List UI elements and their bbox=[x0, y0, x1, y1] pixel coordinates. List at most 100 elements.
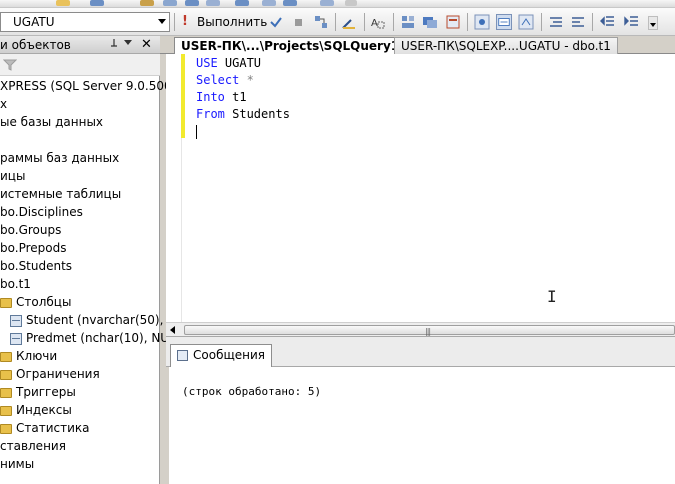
editor-margin bbox=[166, 54, 182, 322]
tree-item-label: bo.Students bbox=[0, 259, 73, 273]
tree-item[interactable]: Столбцы bbox=[0, 295, 71, 313]
uncomment-icon[interactable] bbox=[570, 14, 586, 30]
folder-icon bbox=[0, 369, 12, 380]
tree-item-label: Статистика bbox=[16, 421, 90, 435]
tree-item-label: bo.t1 bbox=[0, 277, 31, 291]
tree-item[interactable]: раммы баз данных bbox=[0, 151, 119, 169]
results-to-text-icon[interactable] bbox=[400, 14, 416, 30]
query-designer-icon[interactable] bbox=[341, 14, 357, 30]
tree-item[interactable]: Ограничения bbox=[0, 367, 100, 385]
tree-item[interactable]: нимы bbox=[0, 457, 34, 475]
comment-out-icon[interactable] bbox=[548, 14, 564, 30]
toolbar-separator bbox=[364, 13, 365, 31]
results-pane-icon[interactable] bbox=[518, 14, 534, 30]
tree-item[interactable]: ые базы данных bbox=[0, 115, 103, 133]
code-line[interactable]: Into t1 bbox=[196, 90, 247, 107]
tree-item[interactable]: Ключи bbox=[0, 349, 57, 367]
toolbar-icon[interactable] bbox=[283, 0, 297, 6]
tree-item[interactable]: bo.Groups bbox=[0, 223, 61, 241]
tree-item[interactable]: ставления bbox=[0, 439, 66, 457]
sql-identifier: t1 bbox=[224, 90, 247, 104]
toolbar-separator bbox=[335, 13, 336, 31]
svg-text:A: A bbox=[371, 18, 378, 29]
sql-keyword: Into bbox=[196, 90, 225, 104]
toolbar-icon[interactable] bbox=[320, 0, 334, 6]
results-pane: Сообщения (строк обработано: 5) bbox=[166, 336, 675, 484]
increase-indent-icon[interactable] bbox=[624, 14, 640, 30]
tree-item-label: Индексы bbox=[16, 403, 72, 417]
toolbar-overflow-button[interactable] bbox=[648, 16, 658, 30]
tree-item[interactable]: Статистика bbox=[0, 421, 90, 439]
ibeam-cursor-icon: I bbox=[547, 287, 557, 306]
toolbar-icon[interactable] bbox=[163, 0, 177, 6]
tree-item[interactable]: Триггеры bbox=[0, 385, 76, 403]
column-icon bbox=[10, 314, 22, 327]
decrease-indent-icon[interactable] bbox=[600, 14, 616, 30]
folder-icon bbox=[0, 405, 12, 416]
tree-item-label: Student (nvarchar(50), N bbox=[26, 313, 177, 327]
include-plan-icon[interactable] bbox=[474, 14, 490, 30]
pin-icon[interactable] bbox=[109, 39, 119, 49]
folder-icon bbox=[0, 423, 12, 434]
tree-item-label: Столбцы bbox=[16, 295, 72, 309]
results-to-file-icon[interactable] bbox=[445, 14, 461, 30]
execute-button[interactable]: ! Выполнить bbox=[178, 12, 268, 32]
scrollbar-thumb[interactable]: ||| bbox=[184, 325, 675, 336]
folder-icon bbox=[0, 297, 12, 308]
object-explorer-title: и объектов bbox=[0, 38, 71, 52]
database-select-value: UGATU bbox=[13, 15, 55, 29]
scroll-left-arrow-icon[interactable] bbox=[170, 326, 175, 334]
toolbar-icon[interactable] bbox=[90, 0, 104, 6]
toolbar-icon[interactable] bbox=[235, 0, 249, 6]
object-explorer-header: и объектов ✕ bbox=[0, 36, 160, 54]
toolbar-icon[interactable] bbox=[140, 0, 154, 6]
query-editor[interactable]: USE UGATU Select * Into t1 From Students I bbox=[166, 54, 675, 322]
estimated-plan-icon[interactable] bbox=[313, 14, 329, 30]
results-tabs: Сообщения bbox=[166, 337, 675, 367]
tree-item[interactable]: ицы bbox=[0, 169, 25, 187]
toolbar-icon[interactable] bbox=[56, 0, 70, 6]
tab-dbo-t1[interactable]: USER-ПК\SQLEXP....UGATU - dbo.t1 bbox=[394, 37, 618, 54]
parse-checkmark-icon[interactable] bbox=[268, 14, 284, 30]
chevron-down-icon[interactable] bbox=[158, 19, 166, 24]
client-statistics-icon[interactable] bbox=[496, 14, 512, 30]
tree-item[interactable]: Student (nvarchar(50), N bbox=[10, 313, 176, 331]
filter-icon[interactable] bbox=[3, 58, 17, 72]
code-line[interactable]: Select * bbox=[196, 73, 254, 90]
toolbar-icon[interactable] bbox=[262, 0, 276, 6]
toolbar-icon[interactable] bbox=[185, 0, 199, 6]
tree-item[interactable]: bo.t1 bbox=[0, 277, 31, 295]
toolbar-separator bbox=[393, 13, 394, 31]
tree-item-label: раммы баз данных bbox=[0, 151, 120, 165]
chevron-down-icon[interactable] bbox=[124, 40, 132, 45]
tree-item-label: ицы bbox=[0, 169, 26, 183]
tree-item[interactable]: Predmet (nchar(10), NUL bbox=[10, 331, 176, 349]
text-caret bbox=[196, 125, 197, 139]
tree-item[interactable]: Индексы bbox=[0, 403, 72, 421]
tab-messages[interactable]: Сообщения bbox=[170, 344, 273, 367]
tree-item[interactable]: bo.Disciplines bbox=[0, 205, 83, 223]
close-icon[interactable]: ✕ bbox=[141, 37, 152, 52]
results-to-grid-icon[interactable] bbox=[422, 14, 438, 30]
tree-item[interactable]: bo.Prepods bbox=[0, 241, 66, 259]
execute-icon: ! bbox=[182, 14, 188, 29]
tree-item[interactable]: x bbox=[0, 97, 7, 115]
sql-identifier bbox=[239, 73, 246, 87]
execute-button-label: Выполнить bbox=[197, 15, 268, 29]
toolbar-dropdown-icon[interactable] bbox=[345, 0, 357, 6]
cancel-query-icon[interactable] bbox=[290, 14, 306, 30]
code-line[interactable]: USE UGATU bbox=[196, 56, 261, 73]
tree-item-label: ые базы данных bbox=[0, 115, 104, 129]
tree-item[interactable]: bo.Students bbox=[0, 259, 72, 277]
toolbar-icon[interactable] bbox=[206, 0, 220, 6]
tree-item[interactable]: истемные таблицы bbox=[0, 187, 121, 205]
code-line[interactable]: From Students bbox=[196, 107, 290, 124]
chevron-down-icon bbox=[650, 23, 656, 27]
tree-item-label: Ограничения bbox=[16, 367, 100, 381]
folder-icon bbox=[0, 387, 12, 398]
horizontal-scrollbar[interactable]: ||| bbox=[166, 322, 675, 336]
sql-identifier: UGATU bbox=[217, 56, 262, 70]
specify-values-icon[interactable]: A bbox=[370, 14, 386, 30]
document-tabs: USER-ПК\...\Projects\SQLQuery1.sql* USER… bbox=[160, 36, 675, 54]
database-select[interactable]: UGATU bbox=[0, 12, 170, 32]
